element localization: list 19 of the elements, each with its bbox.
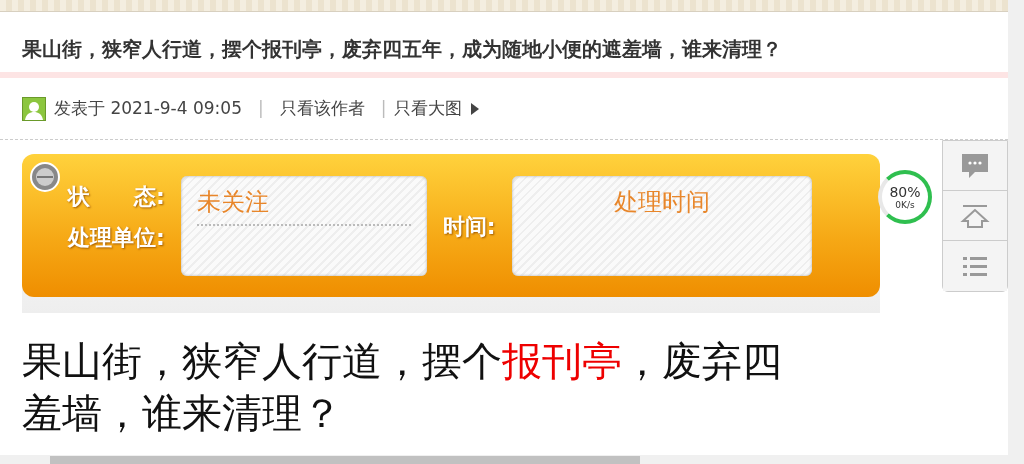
author-only-link[interactable]: 只看该作者 xyxy=(279,95,365,122)
separator: | xyxy=(257,96,264,120)
time-label: 时间: xyxy=(442,213,496,241)
status-field: 未关注 xyxy=(180,176,427,276)
article-text-line: 果山街，狭窄人行道，摆个报刊亭，废弃四 xyxy=(22,337,783,386)
post-time: 发表于 2021-9-4 09:05 xyxy=(54,96,242,120)
large-images-link[interactable]: 只看大图 xyxy=(394,95,463,122)
speed-text: 0K/s xyxy=(895,200,915,210)
percent-text: 80% xyxy=(889,184,921,199)
time-field: 处理时间 xyxy=(511,176,812,276)
knob-icon xyxy=(30,162,60,192)
post-title: 果山街，狭窄人行道，摆个报刊亭，废弃四五年，成为随地小便的遮羞墙，谁来清理？ xyxy=(21,36,783,63)
unit-label: 处理单位: xyxy=(68,224,165,252)
avatar-icon xyxy=(22,96,46,121)
article-text-line: 羞墙，谁来清理？ xyxy=(22,389,343,438)
triangle-icon xyxy=(470,101,481,116)
separator: | xyxy=(380,96,387,120)
status-label: 状 态: xyxy=(68,183,165,211)
scrollbar-thumb[interactable] xyxy=(50,456,640,464)
